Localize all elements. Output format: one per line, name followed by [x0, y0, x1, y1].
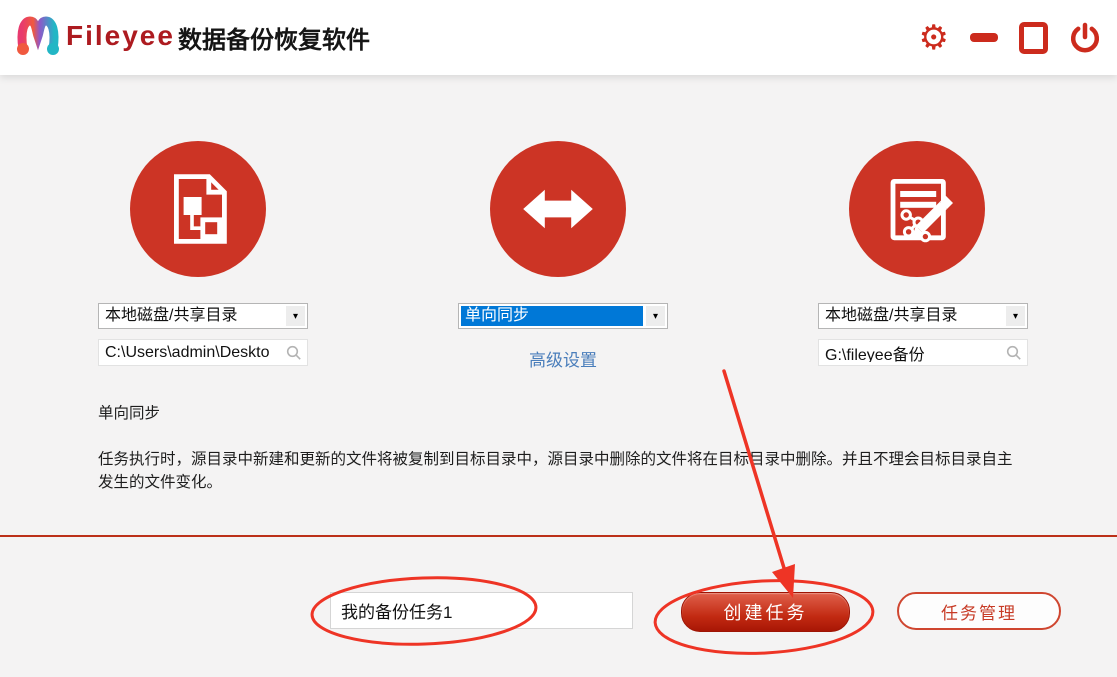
source-circle [130, 141, 266, 277]
edit-document-icon [890, 179, 953, 243]
app-title: 数据备份恢复软件 [178, 27, 370, 54]
chevron-down-icon[interactable]: ▾ [646, 306, 665, 326]
maximize-icon [1019, 21, 1048, 54]
sync-mode-value: 单向同步 [461, 306, 643, 326]
sync-arrows-icon [523, 189, 593, 229]
power-button[interactable] [1069, 22, 1101, 54]
source-path-input[interactable] [99, 343, 286, 362]
chevron-down-icon[interactable]: ▾ [286, 306, 305, 326]
brand-name: Fileyee [66, 20, 175, 51]
maximize-button[interactable] [1019, 21, 1048, 54]
red-divider [0, 535, 1117, 537]
sync-mode-select[interactable]: 单向同步 ▾ [458, 303, 668, 329]
target-type-select[interactable]: 本地磁盘/共享目录 ▾ [818, 303, 1028, 329]
title-bar: Fileyee 数据备份恢复软件 ⚙ [0, 0, 1117, 75]
task-manage-label: 任务管理 [941, 603, 1017, 623]
target-path-box [818, 339, 1028, 366]
search-icon[interactable] [286, 345, 302, 361]
settings-button[interactable]: ⚙ [919, 21, 949, 55]
sync-circle [490, 141, 626, 277]
advanced-settings-link[interactable]: 高级设置 [458, 346, 668, 371]
fileyee-logo-icon [17, 16, 59, 55]
task-name-input[interactable] [330, 592, 633, 629]
sync-mode-description-body: 任务执行时，源目录中新建和更新的文件将被复制到目标目录中，源目录中删除的文件将在… [98, 451, 1013, 491]
power-icon [1070, 22, 1100, 52]
minimize-button[interactable] [970, 33, 998, 42]
sync-mode-description-title: 单向同步 [98, 405, 161, 422]
create-task-button[interactable]: 创建任务 [681, 592, 850, 632]
source-type-value: 本地磁盘/共享目录 [105, 307, 238, 324]
window-controls: ⚙ [919, 0, 1101, 75]
task-manage-button[interactable]: 任务管理 [897, 592, 1061, 630]
source-type-select[interactable]: 本地磁盘/共享目录 ▾ [98, 303, 308, 329]
create-task-label: 创建任务 [723, 603, 808, 623]
source-path-box [98, 339, 308, 366]
source-file-icon [174, 174, 227, 244]
minimize-icon [970, 33, 998, 42]
search-icon[interactable] [1006, 345, 1022, 361]
target-circle [849, 141, 985, 277]
target-type-value: 本地磁盘/共享目录 [825, 307, 958, 324]
gear-icon: ⚙ [918, 17, 949, 58]
target-path-input[interactable] [819, 343, 1006, 362]
chevron-down-icon[interactable]: ▾ [1006, 306, 1025, 326]
app-window: Fileyee 数据备份恢复软件 ⚙ 本地磁盘/共享目录 ▾ 单向同步 ▾ 本地… [0, 0, 1117, 677]
